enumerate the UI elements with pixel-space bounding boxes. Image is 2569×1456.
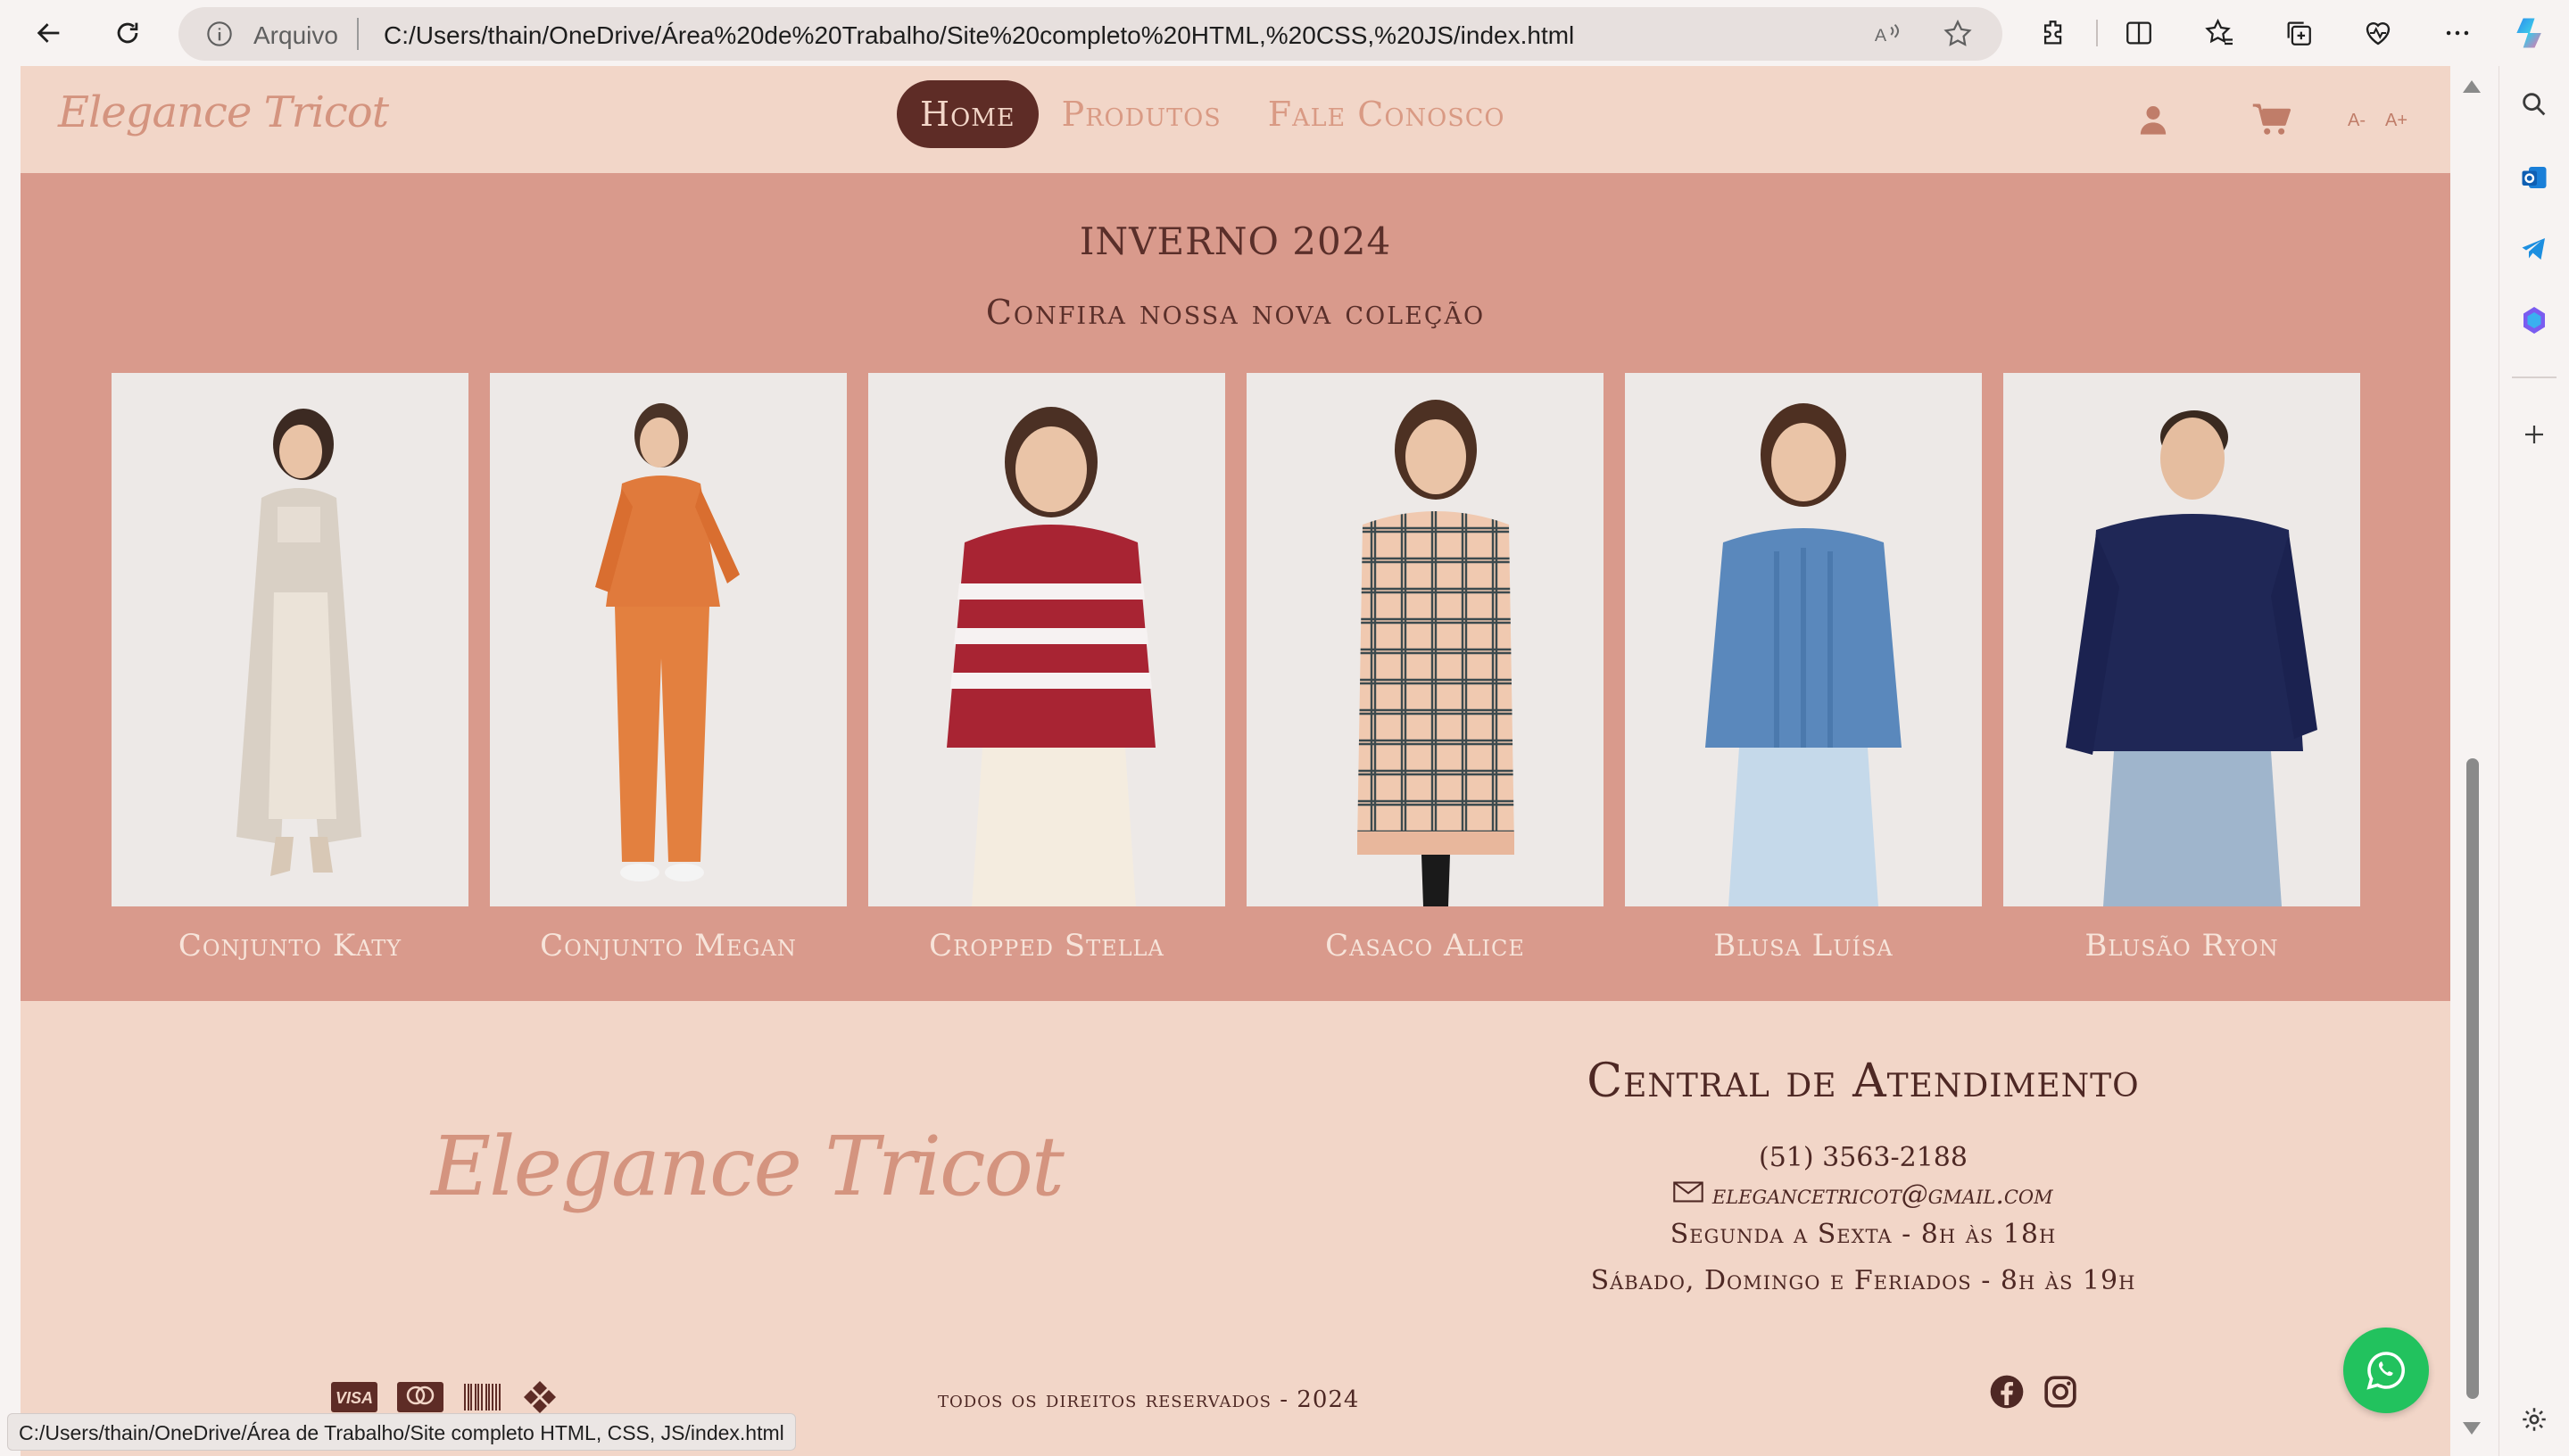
url-text[interactable]: C:/Users/thain/OneDrive/Área%20de%20Trab… [384,21,1574,50]
product-name[interactable]: Conjunto Katy [112,928,468,964]
scroll-thumb[interactable] [2466,758,2479,1399]
email-link[interactable]: elegancetricot@gmail.com [1712,1179,2053,1211]
status-bar-url: C:/Users/thain/OneDrive/Área de Trabalho… [7,1413,796,1451]
browser-toolbar: Arquivo C:/Users/thain/OneDrive/Área%20d… [0,0,2569,66]
scroll-down-arrow[interactable] [2463,1422,2481,1435]
collection-section: INVERNO 2024 Confira nossa nova coleção … [21,173,2450,1001]
address-bar[interactable]: Arquivo C:/Users/thain/OneDrive/Área%20d… [178,7,2002,61]
main-nav: Home Produtos Fale Conosco [897,80,1529,148]
hours-weekend: Sábado, Domingo e Feriados - 8h às 19h [1590,1265,2136,1296]
copilot-icon[interactable] [2509,12,2550,54]
instagram-icon[interactable] [2043,1374,2078,1414]
email-line: elegancetricot@gmail.com [1377,1179,2349,1211]
product-name[interactable]: Blusa Luísa [1625,928,1982,964]
product-card-blusa-luisa[interactable]: Blusa Luísa [1625,373,1982,964]
telegram-icon[interactable] [2514,228,2555,269]
search-icon[interactable] [2514,84,2555,125]
refresh-icon[interactable] [107,12,148,54]
site-info-icon[interactable] [205,20,234,53]
product-name[interactable]: Cropped Stella [868,928,1225,964]
mail-icon [1673,1179,1712,1211]
site-header: Elegance Tricot Home Produtos Fale Conos… [21,66,2450,173]
address-divider [357,18,359,50]
product-photo[interactable] [1625,373,1982,906]
product-card-blusao-ryon[interactable]: Blusão Ryon [2003,373,2360,964]
split-screen-icon[interactable] [2118,12,2159,54]
browser-essentials-icon[interactable] [2358,12,2399,54]
product-photo[interactable] [112,373,468,906]
add-icon[interactable] [2514,414,2555,455]
footer-logo: Elegance Tricot [431,1119,1065,1214]
product-card-casaco-alice[interactable]: Casaco Alice [1247,373,1604,964]
nav-produtos[interactable]: Produtos [1039,80,1245,148]
hours-weekdays: Segunda a Sexta - 8h às 18h [1670,1219,2057,1250]
nav-home[interactable]: Home [897,80,1039,148]
address-prefix: Arquivo [253,21,338,49]
customer-service-title: Central de Atendimento [1587,1055,2140,1108]
product-photo[interactable] [1247,373,1604,906]
facebook-icon[interactable] [1989,1374,2025,1414]
browser-sidebar [2499,66,2569,1456]
product-name[interactable]: Blusão Ryon [2003,928,2360,964]
whatsapp-icon [2366,1352,2405,1390]
read-aloud-icon[interactable]: A [1872,20,1902,54]
barcode-boleto-icon [463,1382,502,1417]
svg-text:A: A [1875,26,1887,46]
svg-text:VISA: VISA [336,1389,373,1407]
more-icon[interactable] [2437,12,2478,54]
product-card-conjunto-megan[interactable]: Conjunto Megan [490,373,847,964]
user-icon[interactable] [2135,102,2171,142]
font-increase-button[interactable]: A+ [2385,111,2407,131]
product-card-conjunto-katy[interactable]: Conjunto Katy [112,373,468,964]
social-links [1989,1374,2096,1414]
collections-icon[interactable] [2278,12,2319,54]
back-icon[interactable] [29,12,70,54]
nav-fale-conosco[interactable]: Fale Conosco [1245,80,1529,148]
settings-icon[interactable] [2514,1399,2555,1440]
font-decrease-button[interactable]: A- [2348,111,2366,131]
product-photo[interactable] [2003,373,2360,906]
site-footer: Elegance Tricot Central de Atendimento (… [21,1001,2450,1456]
sidebar-divider [2512,376,2557,378]
whatsapp-button[interactable] [2343,1328,2429,1413]
cart-icon[interactable] [2251,102,2292,142]
product-photo[interactable] [490,373,847,906]
product-photo[interactable] [868,373,1225,906]
favorite-star-icon[interactable] [1942,18,1974,54]
product-name[interactable]: Casaco Alice [1247,928,1604,964]
phone-number: (51) 3563-2188 [1759,1142,1968,1173]
favorites-icon[interactable] [2199,12,2240,54]
scroll-up-arrow[interactable] [2463,80,2481,93]
page-viewport: Elegance Tricot Home Produtos Fale Conos… [21,66,2450,1456]
product-card-cropped-stella[interactable]: Cropped Stella [868,373,1225,964]
copyright-text: todos os direitos reservados - 2024 [938,1386,1360,1413]
collection-title: INVERNO 2024 [1079,219,1392,263]
page-scrollbar[interactable] [2450,66,2499,1456]
product-name[interactable]: Conjunto Megan [490,928,847,964]
site-logo[interactable]: Elegance Tricot [58,87,389,137]
mastercard-icon [397,1382,443,1417]
visa-icon: VISA [331,1382,377,1417]
outlook-icon[interactable] [2514,157,2555,198]
office-icon[interactable] [2514,300,2555,341]
collection-subtitle: Confira nossa nova coleção [985,293,1486,332]
extensions-icon[interactable] [2034,12,2075,54]
toolbar-divider [2096,20,2098,46]
